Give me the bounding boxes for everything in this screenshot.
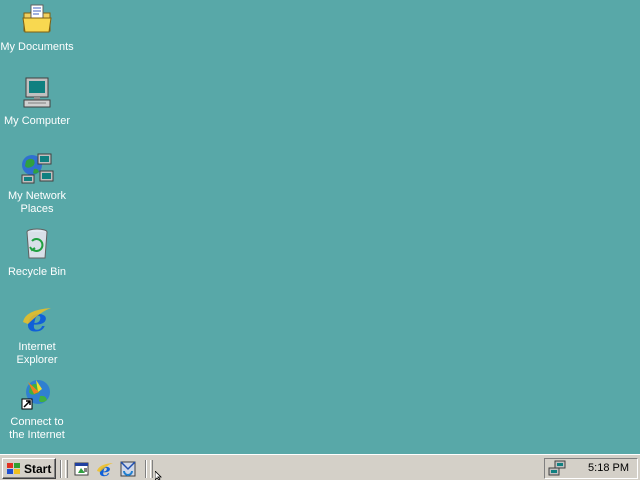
show-desktop-icon[interactable] [73, 460, 91, 478]
taskbar: Start e 5:18 PM [0, 454, 640, 480]
desktop-icon-connect-to-the-internet[interactable]: Connect to the Internet [0, 377, 74, 442]
start-button[interactable]: Start [2, 458, 56, 479]
desktop-icon-my-computer[interactable]: My Computer [0, 76, 74, 128]
internet-explorer-icon[interactable]: e [96, 460, 114, 478]
clock[interactable]: 5:18 PM [588, 462, 629, 474]
desktop-icon-label: My Computer [3, 115, 71, 127]
desktop-icon-label: My Documents [0, 41, 74, 53]
network-status-icon[interactable] [548, 460, 566, 477]
quick-launch-grip[interactable] [65, 460, 68, 478]
desktop-icon-recycle-bin[interactable]: Recycle Bin [0, 227, 74, 279]
mouse-pointer-icon [155, 471, 162, 480]
computer-icon [23, 77, 51, 108]
task-area-grip[interactable] [150, 460, 153, 478]
desktop[interactable]: My Documents My Computer My Network Plac… [0, 0, 640, 454]
desktop-icon-label: Connect to the Internet [9, 416, 65, 441]
recycle-bin-icon [26, 228, 48, 259]
desktop-icon-my-network-places[interactable]: My Network Places [0, 151, 74, 216]
connect-internet-icon [21, 380, 50, 410]
system-tray: 5:18 PM [544, 458, 638, 479]
windows-logo-icon [7, 462, 20, 474]
network-places-icon [21, 153, 54, 184]
desktop-icon-label: Internet Explorer [16, 341, 58, 366]
desktop-icon-my-documents[interactable]: My Documents [0, 2, 74, 54]
internet-explorer-icon: e [23, 302, 51, 336]
desktop-icon-label: My Network Places [7, 190, 67, 215]
desktop-icon-label: Recycle Bin [7, 266, 67, 278]
desktop-icon-internet-explorer[interactable]: e Internet Explorer [0, 302, 74, 367]
taskbar-separator [145, 460, 147, 478]
start-button-label: Start [24, 461, 52, 476]
outlook-express-icon[interactable] [119, 460, 137, 478]
taskbar-separator [60, 460, 62, 478]
folder-documents-icon [22, 4, 52, 33]
